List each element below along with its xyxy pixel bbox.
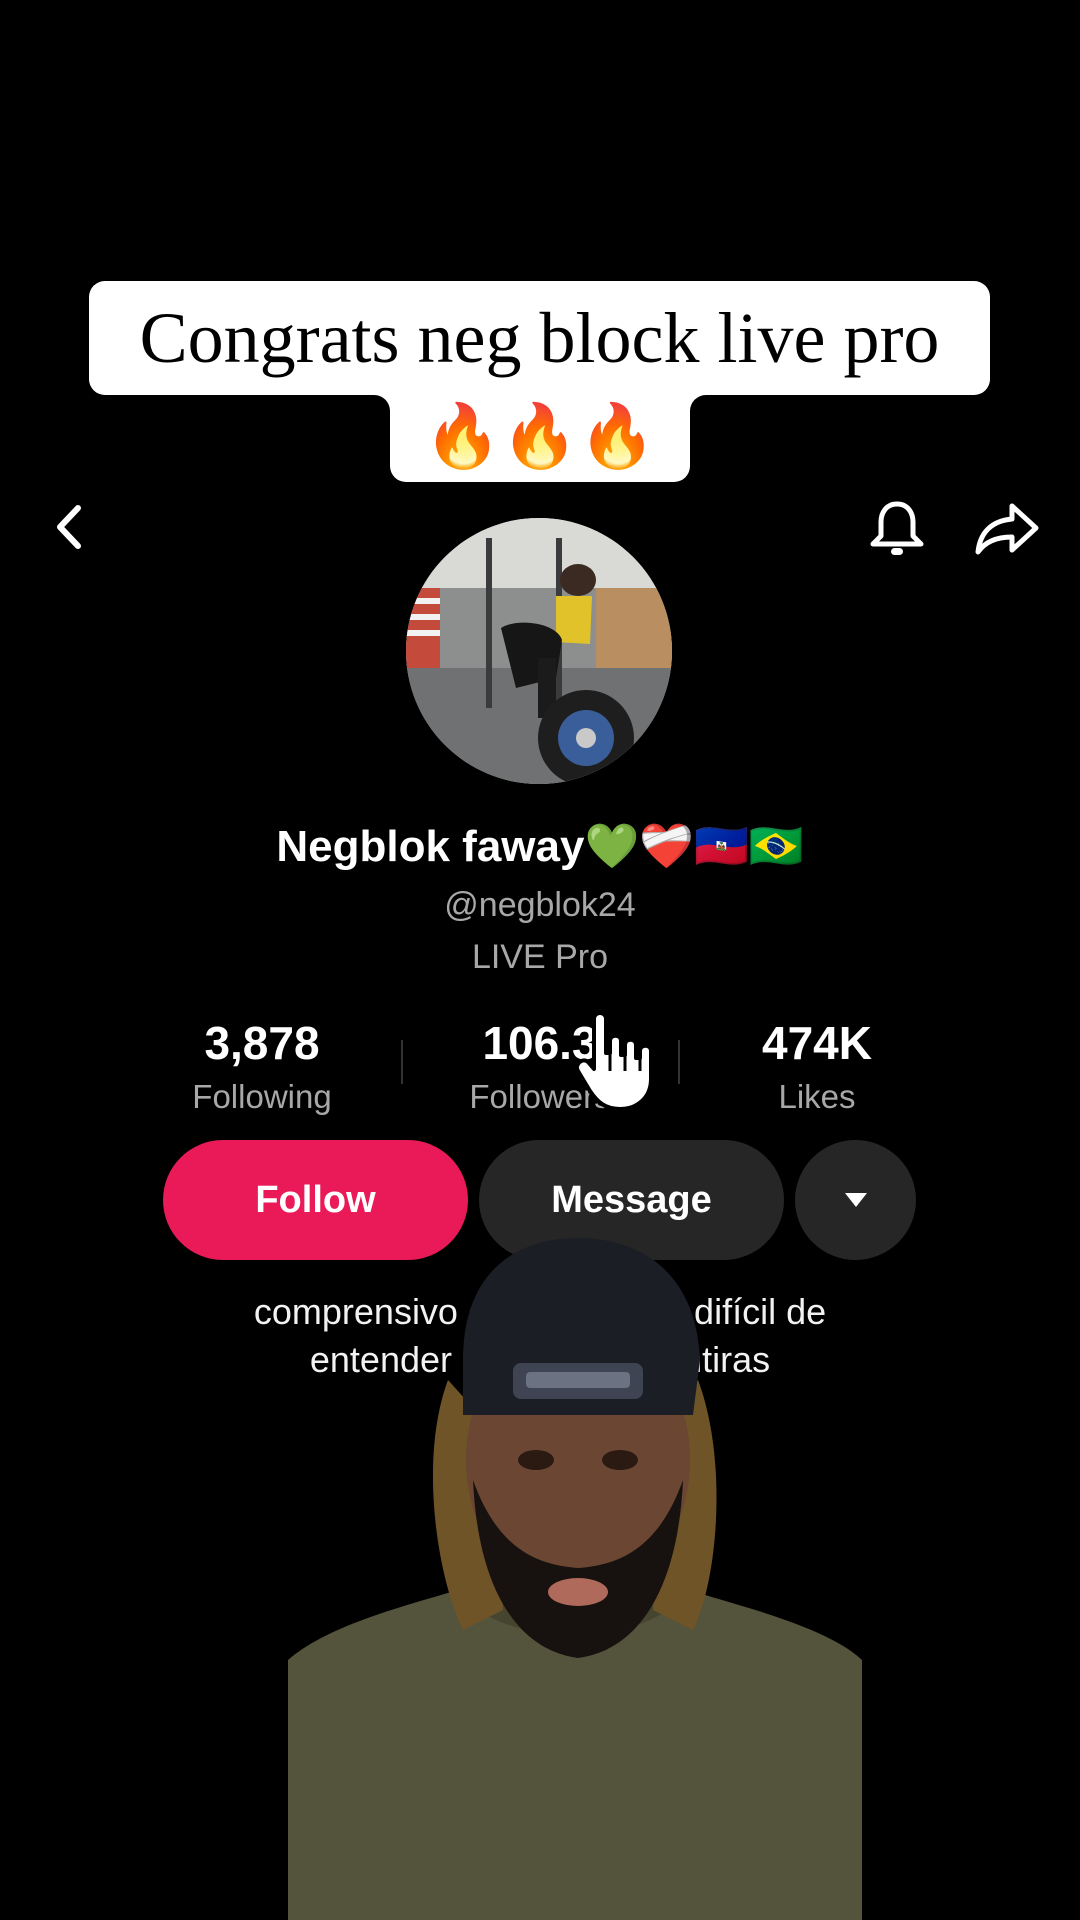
- likes-stat[interactable]: 474K Likes: [697, 1016, 937, 1116]
- caption-line-1: Congrats neg block live pro: [89, 281, 990, 395]
- share-arrow-icon: [975, 503, 1039, 555]
- following-count: 3,878: [204, 1017, 320, 1069]
- username-handle: @negblok24: [444, 886, 636, 924]
- display-name: Negblok faway💚❤️‍🩹🇭🇹🇧🇷: [276, 822, 804, 871]
- caption-line-2: 🔥🔥🔥: [390, 390, 690, 482]
- chevron-left-icon: [57, 505, 81, 549]
- caption-corner-left: [374, 395, 390, 411]
- bell-icon: [870, 501, 924, 555]
- likes-label: Likes: [778, 1078, 856, 1115]
- stat-divider: [401, 1040, 403, 1084]
- following-stat[interactable]: 3,878 Following: [142, 1016, 382, 1116]
- share-button[interactable]: [972, 500, 1042, 556]
- live-pro-badge: LIVE Pro: [471, 938, 609, 976]
- notification-bell-button[interactable]: [862, 498, 932, 560]
- following-label: Following: [192, 1078, 332, 1115]
- creator-video-overlay: [288, 1238, 862, 1920]
- caption-corner-right: [690, 395, 706, 411]
- likes-count: 474K: [762, 1017, 872, 1069]
- caret-down-icon: [844, 1192, 867, 1207]
- pointing-hand-cursor-icon: [575, 1011, 653, 1111]
- stat-divider: [678, 1040, 680, 1084]
- profile-avatar[interactable]: [406, 518, 672, 784]
- back-button[interactable]: [46, 500, 96, 554]
- avatar-photo: [406, 518, 672, 784]
